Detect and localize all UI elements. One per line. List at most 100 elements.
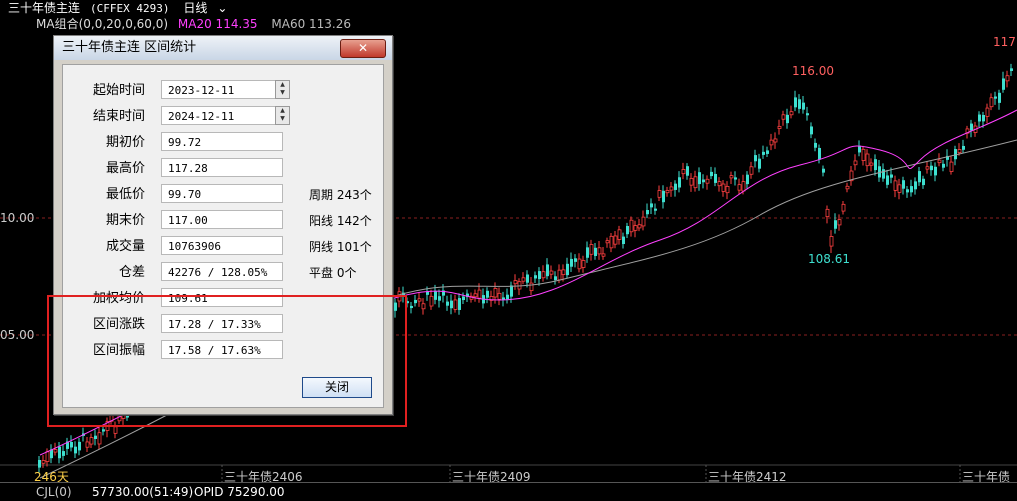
- candle-body: [918, 171, 921, 183]
- candle-body: [78, 441, 81, 451]
- candle-body: [529, 282, 534, 292]
- volume-value: 57730.00(51:49): [92, 485, 194, 499]
- candle-body: [657, 190, 662, 198]
- candle-body: [818, 147, 821, 160]
- ma-combo-label[interactable]: MA组合(0,0,20,0,60,0): [36, 17, 168, 31]
- field-label: 最高价: [105, 161, 145, 176]
- candle-body: [654, 208, 657, 211]
- candle-body: [989, 97, 994, 108]
- volume-indicator-bar: CJL(0) 57730.00(51:49) OPID 75290.00: [0, 482, 1017, 501]
- candle-body: [994, 96, 997, 99]
- high-price-field[interactable]: 117.28: [161, 158, 283, 177]
- candle-body: [74, 446, 77, 454]
- open-interest-diff-field[interactable]: 42276 / 128.05%: [161, 262, 283, 281]
- candle-body: [698, 172, 701, 185]
- candle-body: [414, 299, 417, 304]
- candle-body: [541, 271, 546, 279]
- candle-body: [985, 107, 990, 117]
- down-candle-count: 阴线 101个: [309, 240, 372, 254]
- candle-body: [58, 446, 61, 459]
- candle-body: [601, 253, 606, 257]
- field-row: 期末价 117.00 阳线 142个: [63, 210, 383, 232]
- dialog-titlebar[interactable]: 三十年债主连 区间统计 ✕: [54, 36, 392, 60]
- instrument-name[interactable]: 三十年债主连: [8, 1, 80, 15]
- candle-body: [789, 111, 794, 116]
- field-row: 起始时间 2023-12-11 ▲ ▼: [63, 80, 383, 102]
- candle-body: [462, 296, 465, 301]
- spin-down-icon[interactable]: ▼: [276, 115, 289, 123]
- candle-body: [633, 225, 638, 231]
- field-label: 成交量: [105, 239, 145, 254]
- field-label: 仓差: [118, 265, 145, 280]
- candle-body: [637, 224, 642, 229]
- open-price-field[interactable]: 99.72: [161, 132, 283, 151]
- ma60-value: MA60 113.26: [271, 17, 352, 31]
- low-price-marker: 108.61: [808, 252, 850, 266]
- candle-body: [429, 295, 434, 307]
- candle-body: [502, 297, 505, 300]
- candle-body: [53, 449, 58, 453]
- start-time-input[interactable]: 2023-12-11: [161, 80, 277, 99]
- candle-body: [613, 235, 618, 245]
- spin-down-icon[interactable]: ▼: [276, 89, 289, 97]
- highlight-annotation-box: [47, 295, 407, 427]
- candle-body: [878, 166, 881, 178]
- candle-body: [1005, 75, 1010, 82]
- candle-body: [845, 185, 850, 190]
- chevron-down-icon[interactable]: ⌄: [217, 1, 227, 15]
- volume-field[interactable]: 10763906: [161, 236, 283, 255]
- candle-body: [605, 240, 610, 244]
- field-row: 结束时间 2024-12-11 ▲ ▼: [63, 106, 383, 128]
- candle-body: [721, 183, 726, 192]
- candle-body: [882, 169, 885, 179]
- candle-body: [934, 166, 937, 176]
- candle-body: [705, 178, 710, 184]
- end-time-input[interactable]: 2024-12-11: [161, 106, 277, 125]
- candle-body: [734, 177, 737, 180]
- period-select[interactable]: 日线: [183, 1, 207, 15]
- candle-body: [893, 180, 898, 191]
- candle-body: [978, 114, 981, 122]
- candle-body: [942, 163, 945, 168]
- close-price-field[interactable]: 117.00: [161, 210, 283, 229]
- candle-body: [674, 183, 677, 190]
- start-time-spinner[interactable]: ▲ ▼: [275, 80, 290, 99]
- candle-body: [438, 296, 441, 301]
- candle-body: [914, 181, 917, 190]
- candle-body: [897, 184, 902, 193]
- candle-body: [786, 114, 789, 124]
- low-price-field[interactable]: 99.70: [161, 184, 283, 203]
- candle-body: [557, 269, 562, 281]
- spin-up-icon[interactable]: ▲: [276, 107, 289, 115]
- candle-body: [717, 181, 722, 187]
- y-axis-label-2: 05.00: [0, 328, 35, 342]
- field-row: 最低价 99.70 周期 243个: [63, 184, 383, 206]
- field-row: 仓差 42276 / 128.05% 平盘 0个: [63, 262, 383, 284]
- candle-body: [589, 244, 594, 255]
- candle-body: [754, 155, 757, 162]
- candle-body: [982, 114, 985, 122]
- candle-body: [62, 451, 65, 456]
- candle-body: [594, 247, 597, 257]
- candle-body: [865, 153, 870, 167]
- candle-body: [85, 441, 90, 448]
- candle-body: [665, 190, 670, 194]
- candle-body: [681, 169, 686, 175]
- candle-body: [970, 123, 973, 131]
- candle-body: [513, 280, 518, 285]
- close-icon[interactable]: ✕: [340, 39, 386, 58]
- candle-body: [874, 159, 877, 171]
- volume-label[interactable]: CJL(0): [36, 483, 72, 501]
- candle-body: [1010, 68, 1013, 71]
- candle-body: [937, 159, 942, 164]
- candle-body: [1002, 78, 1005, 90]
- candle-body: [689, 177, 694, 186]
- candle-body: [629, 219, 634, 233]
- candle-body: [113, 426, 118, 434]
- candle-body: [737, 184, 742, 191]
- high-price-marker-2: 117: [993, 35, 1016, 49]
- end-time-spinner[interactable]: ▲ ▼: [275, 106, 290, 125]
- candle-body: [453, 299, 458, 310]
- candle-body: [581, 260, 586, 268]
- spin-up-icon[interactable]: ▲: [276, 81, 289, 89]
